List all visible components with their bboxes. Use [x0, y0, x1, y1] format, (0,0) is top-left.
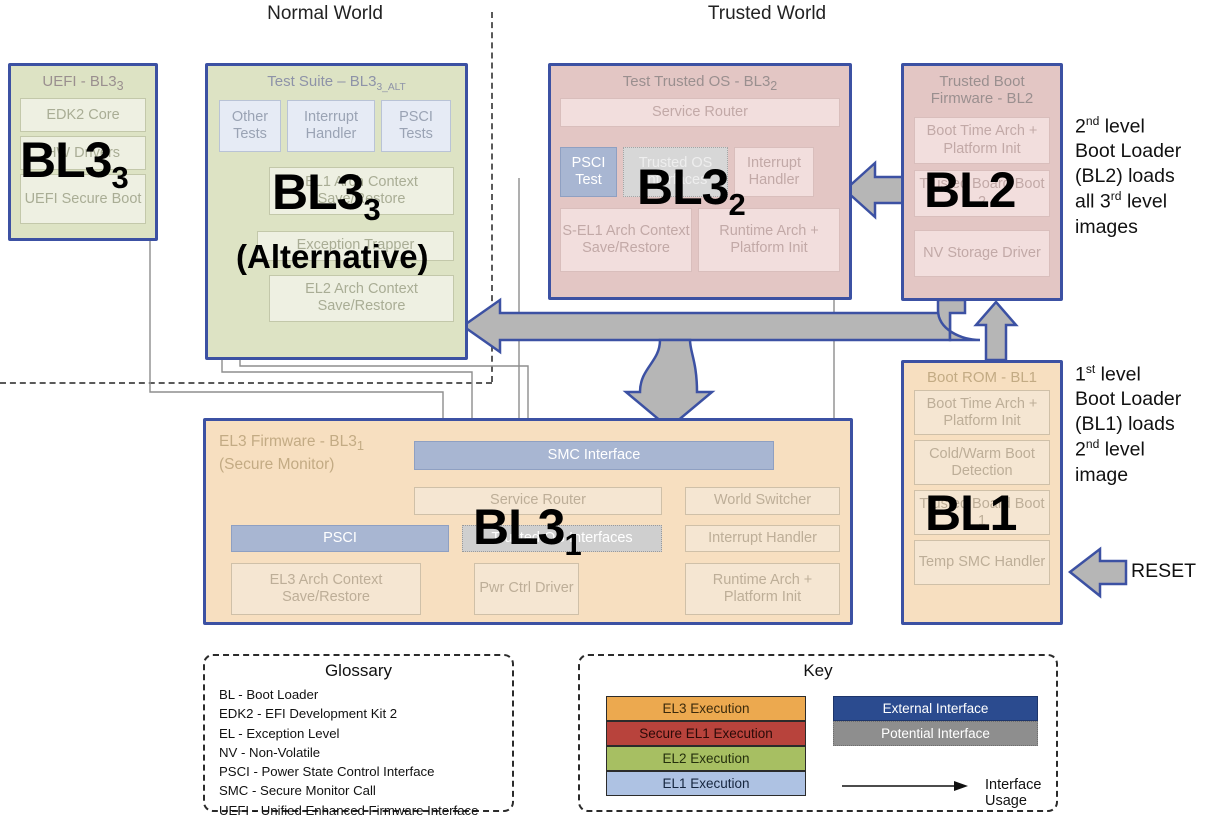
trusted-os-runtime-arch[interactable]: Runtime Arch + Platform Init [698, 208, 840, 273]
glossary-title: Glossary [324, 661, 393, 680]
trusted-os-interrupt-handler[interactable]: Interrupt Handler [734, 147, 814, 198]
el3-service-router[interactable]: Service Router [414, 487, 662, 515]
el3-trusted-os-interfaces[interactable]: Trusted OS Interfaces [462, 525, 662, 552]
glossary-entry: NV - Non-Volatile [219, 744, 321, 760]
key-title: Key [803, 661, 833, 680]
key-el1-execution: EL1 Execution [606, 771, 806, 796]
trusted-os-interfaces[interactable]: Trusted OS Interfaces [623, 147, 728, 198]
trusted-os-service-router[interactable]: Service Router [560, 98, 840, 128]
trusted-os-psci-test[interactable]: PSCI Test [560, 147, 617, 198]
key-el2-execution: EL2 Execution [606, 746, 806, 771]
bl1-side-note: 1st level Boot Loader (BL1) loads 2nd le… [1075, 362, 1182, 486]
key-interfaces: External Interface Potential Interface [833, 696, 1038, 746]
trusted-boot-firmware-box[interactable]: Trusted Boot Firmware - BL2 Boot Time Ar… [901, 63, 1063, 301]
uefi-box-title: UEFI - BL33 [42, 73, 124, 93]
glossary-list: BL - Boot Loader EDK2 - EFI Development … [219, 685, 512, 820]
glossary-entry: BL - Boot Loader [219, 687, 319, 702]
bl1-item-cold-warm-boot-detection[interactable]: Cold/Warm Boot Detection [914, 440, 1050, 486]
bl2-item-nv-storage-driver[interactable]: NV Storage Driver [914, 230, 1050, 277]
glossary-panel: Glossary BL - Boot Loader EDK2 - EFI Dev… [203, 654, 514, 818]
el3-interrupt-handler[interactable]: Interrupt Handler [685, 525, 840, 552]
key-usage-arrow-icon [842, 781, 968, 791]
el3-box-title: EL3 Firmware - BL31 (Secure Monitor) [219, 433, 365, 473]
el3-runtime-arch[interactable]: Runtime Arch + Platform Init [685, 563, 840, 615]
glossary-entry: SMC - Secure Monitor Call [219, 783, 376, 799]
key-panel: Key EL3 Execution Secure EL1 Execution E… [578, 654, 1058, 812]
key-secure-el1-execution: Secure EL1 Execution [606, 721, 806, 746]
el3-pwr-ctrl-driver[interactable]: Pwr Ctrl Driver [474, 563, 579, 615]
test-suite-interrupt-handler[interactable]: Interrupt Handler [287, 99, 375, 152]
test-trusted-os-box[interactable]: Test Trusted OS - BL32 Service Router PS… [548, 63, 852, 300]
uefi-item-uefi-secure-boot[interactable]: UEFI Secure Boot [20, 174, 146, 225]
key-exec-levels: EL3 Execution Secure EL1 Execution EL2 E… [606, 696, 806, 796]
test-suite-other-tests[interactable]: Other Tests [219, 99, 281, 152]
uefi-item-hw-drivers[interactable]: HW Drivers [20, 136, 146, 171]
trusted-os-box-title: Test Trusted OS - BL32 [622, 73, 778, 93]
el3-smc-interface[interactable]: SMC Interface [414, 441, 774, 470]
test-suite-el1-arch-context[interactable]: EL1 Arch Context Save/Restore [269, 166, 454, 215]
reset-label: RESET [1131, 560, 1197, 582]
arrow-trusted-to-normal [460, 297, 952, 355]
boot-rom-bl1-box[interactable]: Boot ROM - BL1 Boot Time Arch + Platform… [901, 360, 1063, 625]
key-el3-execution: EL3 Execution [606, 696, 806, 721]
el3-psci[interactable]: PSCI [231, 525, 449, 552]
trusted-os-sel1-context[interactable]: S-EL1 Arch Context Save/Restore [560, 208, 693, 273]
bl2-side-note: 2nd level Boot Loader (BL2) loads all 3r… [1075, 114, 1182, 238]
arrow-reset [1067, 546, 1128, 599]
bl1-item-boot-time-arch[interactable]: Boot Time Arch + Platform Init [914, 390, 1050, 436]
glossary-entry: EL - Exception Level [219, 725, 340, 741]
test-suite-exception-trapper[interactable]: Exception Trapper [257, 230, 454, 261]
bl1-item-trusted-board-boot-1[interactable]: Trusted Board Boot 1 [914, 490, 1050, 536]
el3-world-switcher[interactable]: World Switcher [685, 487, 840, 515]
test-suite-psci-tests[interactable]: PSCI Tests [381, 99, 451, 152]
uefi-bl3-3-box[interactable]: UEFI - BL33 EDK2 Core HW Drivers UEFI Se… [8, 63, 158, 241]
test-suite-el2-arch-context[interactable]: EL2 Arch Context Save/Restore [269, 274, 454, 322]
glossary-entry: EDK2 - EFI Development Kit 2 [219, 706, 398, 722]
test-suite-box[interactable]: Test Suite – BL33_ALT Other Tests Interr… [205, 63, 468, 360]
key-external-interface: External Interface [833, 696, 1038, 721]
bl1-box-title: Boot ROM - BL1 [926, 369, 1038, 386]
bl2-item-boot-time-arch[interactable]: Boot Time Arch + Platform Init [914, 117, 1050, 164]
arrow-bl1-to-bl2 [973, 300, 1019, 362]
bl2-item-trusted-board-boot-2[interactable]: Trusted Board Boot 2 [914, 170, 1050, 217]
arrow-down-to-el3 [622, 338, 716, 430]
el3-arch-context[interactable]: EL3 Arch Context Save/Restore [231, 563, 421, 615]
glossary-entry: PSCI - Power State Control Interface [219, 764, 435, 780]
el3-firmware-box[interactable]: EL3 Firmware - BL31 (Secure Monitor) SMC… [203, 418, 853, 625]
uefi-item-edk2-core[interactable]: EDK2 Core [20, 98, 146, 133]
bl2-box-title: Trusted Boot Firmware - BL2 [930, 73, 1034, 108]
key-usage-label: Interface Usage [985, 777, 1042, 809]
test-suite-box-title: Test Suite – BL33_ALT [267, 73, 406, 93]
key-potential-interface: Potential Interface [833, 721, 1038, 746]
bl1-item-temp-smc-handler[interactable]: Temp SMC Handler [914, 540, 1050, 586]
